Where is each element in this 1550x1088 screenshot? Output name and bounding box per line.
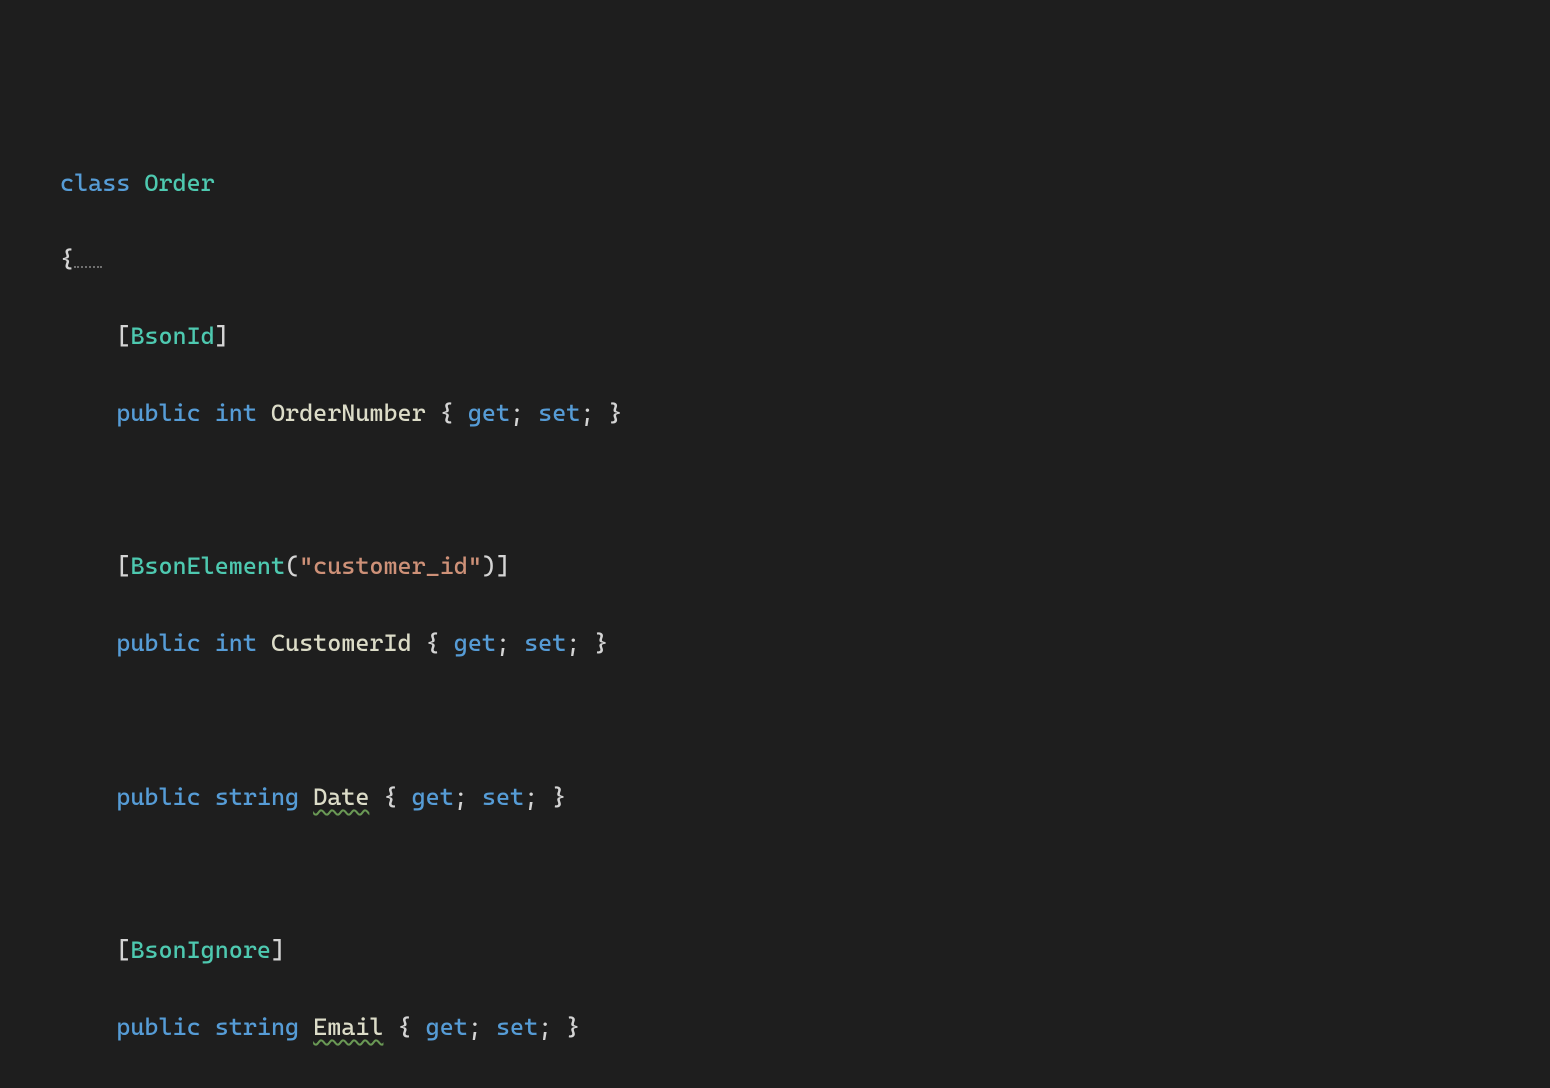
brace-open: { xyxy=(398,1013,412,1041)
keyword-int: int xyxy=(215,629,257,657)
property-name: OrderNumber xyxy=(271,399,426,427)
brace-close: } xyxy=(552,783,566,811)
keyword-get: get xyxy=(468,399,510,427)
keyword-get: get xyxy=(412,783,454,811)
semicolon: ; xyxy=(496,629,510,657)
hint-dots xyxy=(74,266,102,268)
semicolon: ; xyxy=(580,399,594,427)
keyword-set: set xyxy=(538,399,580,427)
keyword-set: set xyxy=(482,783,524,811)
keyword-string: string xyxy=(215,1013,299,1041)
keyword-get: get xyxy=(454,629,496,657)
keyword-string: string xyxy=(215,783,299,811)
paren-close: ) xyxy=(482,552,496,580)
code-line[interactable]: public int OrderNumber { get; set; } xyxy=(0,394,1550,432)
bracket-close: ] xyxy=(215,322,229,350)
keyword-public: public xyxy=(116,783,200,811)
keyword-public: public xyxy=(116,1013,200,1041)
code-line-blank[interactable] xyxy=(0,701,1550,739)
bracket-close: ] xyxy=(271,936,285,964)
brace-open: { xyxy=(440,399,454,427)
semicolon: ; xyxy=(468,1013,482,1041)
keyword-class: class xyxy=(60,169,130,197)
keyword-public: public xyxy=(116,399,200,427)
code-line[interactable]: [BsonElement("customer_id")] xyxy=(0,547,1550,585)
brace-open: { xyxy=(426,629,440,657)
code-line[interactable]: public string Date { get; set; } xyxy=(0,778,1550,816)
keyword-get: get xyxy=(426,1013,468,1041)
code-line[interactable]: class Order xyxy=(0,164,1550,202)
paren-open: ( xyxy=(285,552,299,580)
code-line-blank[interactable] xyxy=(0,855,1550,893)
keyword-set: set xyxy=(524,629,566,657)
keyword-int: int xyxy=(215,399,257,427)
code-line[interactable]: { xyxy=(0,240,1550,278)
code-line[interactable]: public int CustomerId { get; set; } xyxy=(0,624,1550,662)
semicolon: ; xyxy=(538,1013,552,1041)
keyword-set: set xyxy=(496,1013,538,1041)
class-name: Order xyxy=(144,169,214,197)
attribute-name: BsonIgnore xyxy=(130,936,271,964)
bracket-close: ] xyxy=(496,552,510,580)
property-name: CustomerId xyxy=(271,629,412,657)
code-line-blank[interactable] xyxy=(0,471,1550,509)
code-line[interactable]: public string Email { get; set; } xyxy=(0,1008,1550,1046)
attribute-name: BsonElement xyxy=(130,552,285,580)
brace-close: } xyxy=(594,629,608,657)
semicolon: ; xyxy=(524,783,538,811)
brace-open: { xyxy=(60,245,74,273)
semicolon: ; xyxy=(454,783,468,811)
code-line[interactable]: [BsonIgnore] xyxy=(0,931,1550,969)
property-name-warning: Email xyxy=(313,1013,383,1041)
brace-open: { xyxy=(383,783,397,811)
keyword-public: public xyxy=(116,629,200,657)
bracket-open: [ xyxy=(116,552,130,580)
brace-close: } xyxy=(608,399,622,427)
brace-close: } xyxy=(566,1013,580,1041)
semicolon: ; xyxy=(510,399,524,427)
bracket-open: [ xyxy=(116,322,130,350)
attribute-name: BsonId xyxy=(130,322,214,350)
string-literal: "customer_id" xyxy=(299,552,482,580)
code-line[interactable]: } xyxy=(0,1085,1550,1088)
property-name-warning: Date xyxy=(313,783,369,811)
bracket-open: [ xyxy=(116,936,130,964)
code-line[interactable]: [BsonId] xyxy=(0,317,1550,355)
semicolon: ; xyxy=(566,629,580,657)
